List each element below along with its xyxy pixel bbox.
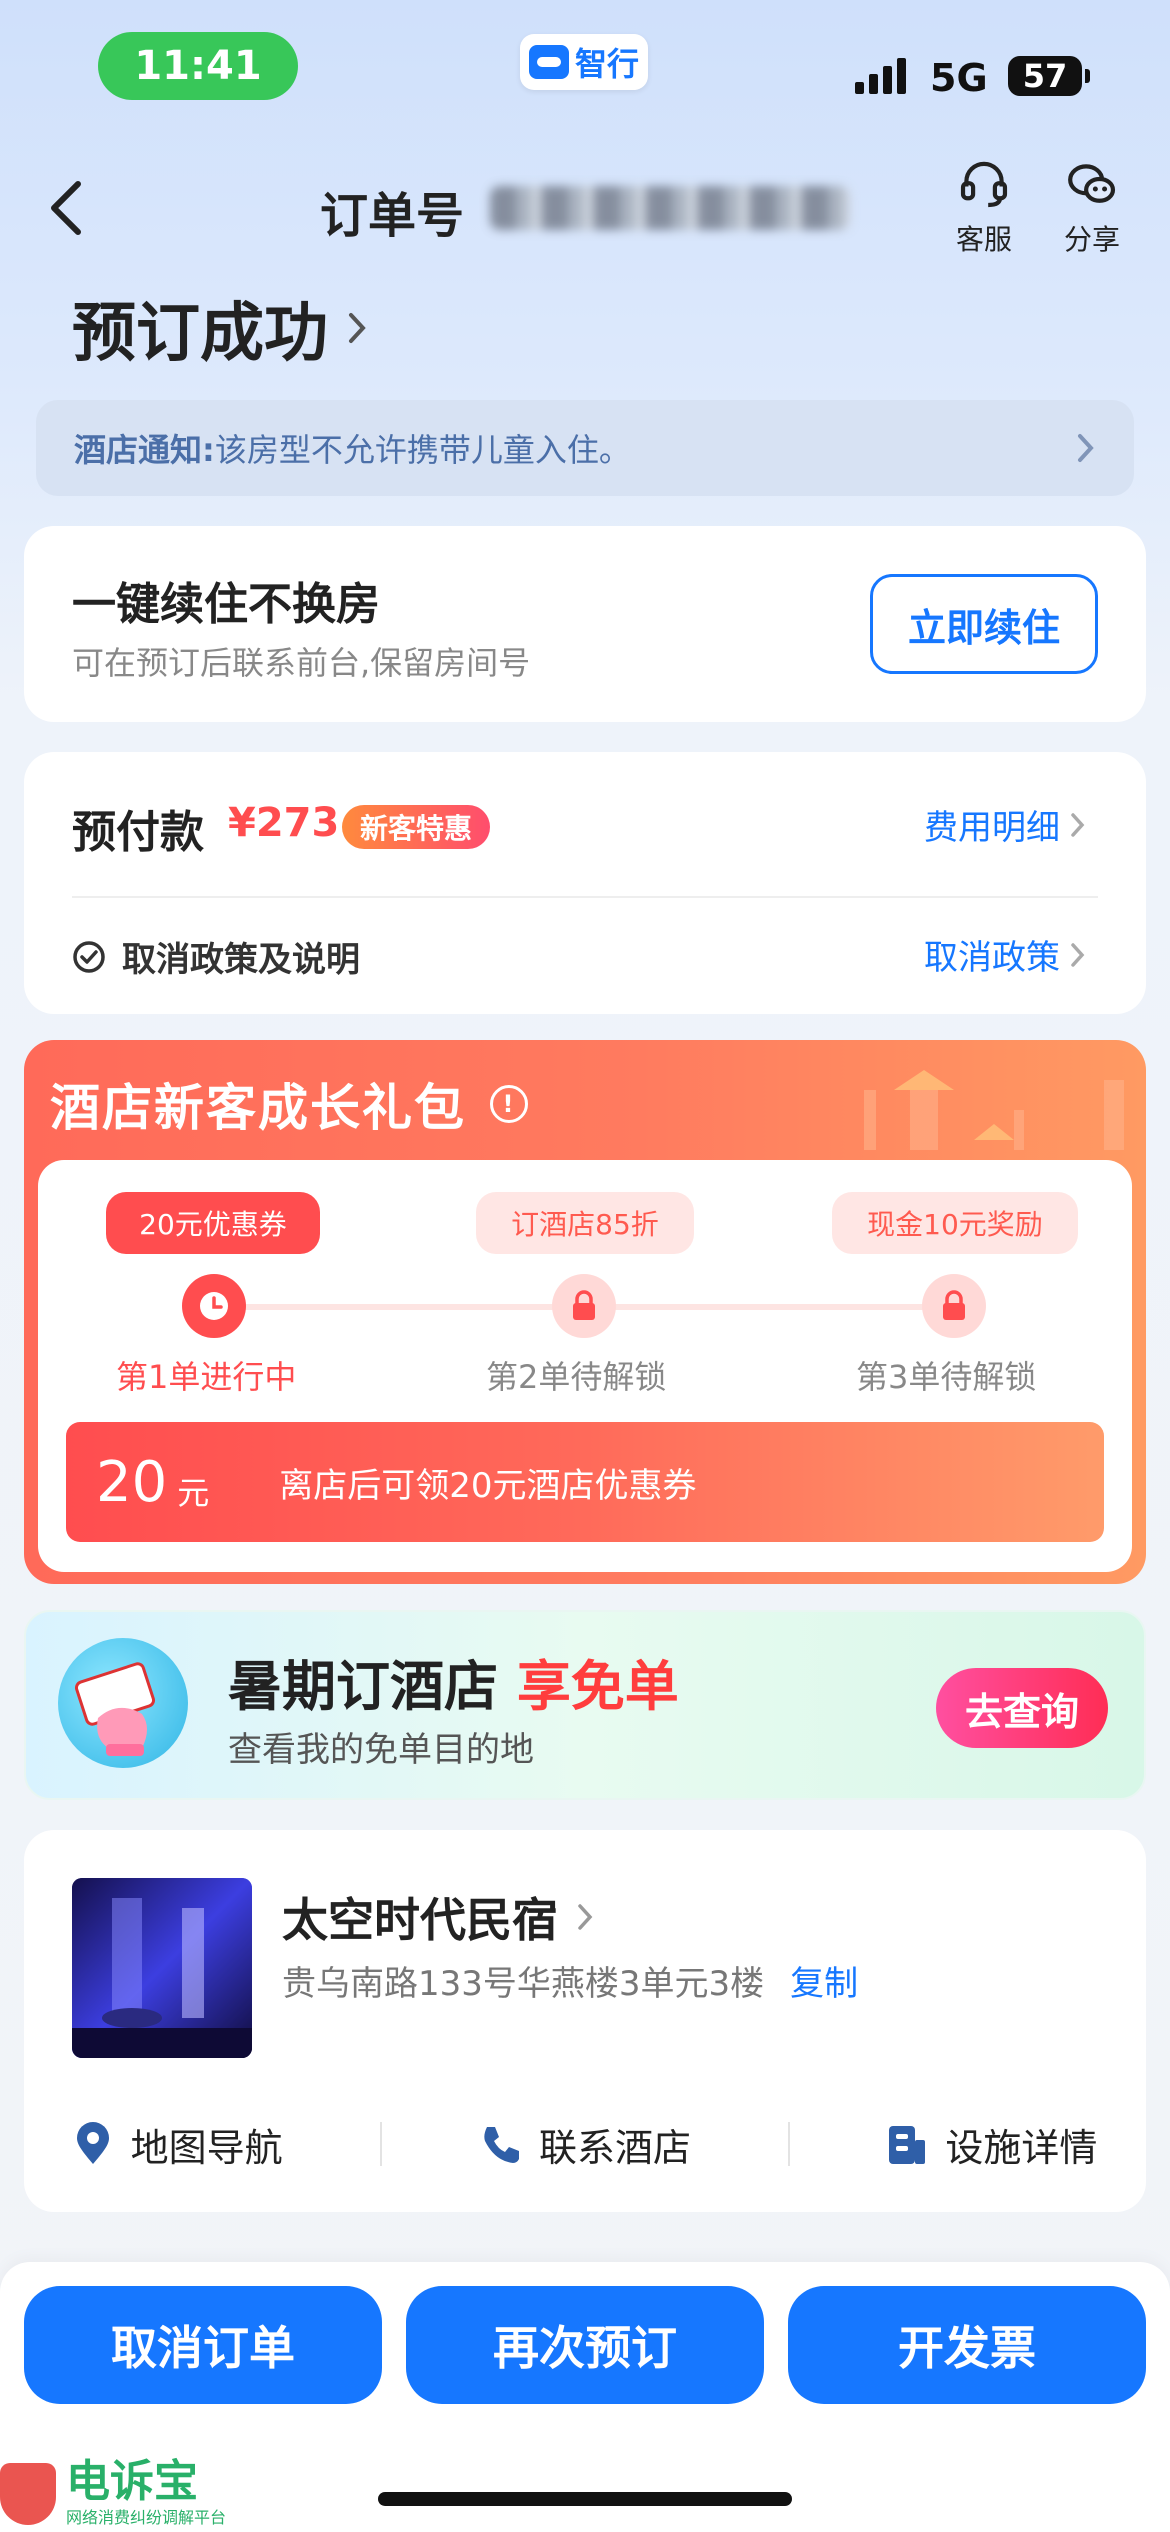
reward-unit: 元: [177, 1474, 210, 1512]
step-1-clock-icon: [182, 1274, 246, 1338]
hotel-name-link[interactable]: 太空时代民宿: [282, 1884, 594, 1950]
signal-icon: [855, 58, 906, 94]
watermark-tagline: 网络消费纠纷调解平台: [66, 2508, 227, 2527]
step-1-label: 第1单进行中: [116, 1358, 297, 1396]
booking-status-heading[interactable]: 预订成功: [72, 282, 368, 374]
share-button[interactable]: 分享: [1042, 158, 1142, 258]
prepay-price: ¥273: [228, 800, 340, 846]
invoice-button[interactable]: 开发票: [788, 2286, 1146, 2404]
new-customer-badge: 新客特惠: [342, 805, 491, 849]
reward-text: 离店后可领20元酒店优惠券: [279, 1465, 697, 1506]
decorative-buildings: [864, 1070, 1124, 1150]
facility-details-button[interactable]: 设施详情: [887, 2117, 1097, 2172]
customer-service-button[interactable]: 客服: [934, 158, 1034, 258]
divider: [379, 2122, 382, 2166]
chevron-right-icon: [349, 313, 366, 343]
network-type: 5G: [930, 56, 988, 100]
cancel-policy-row[interactable]: 取消政策及说明: [72, 932, 360, 981]
contact-hotel-label: 联系酒店: [538, 2125, 691, 2170]
step-2-label: 第2单待解锁: [486, 1358, 667, 1396]
chevron-right-icon: [1071, 942, 1085, 967]
building-icon: [889, 2126, 926, 2164]
chevron-right-icon: [1078, 434, 1094, 462]
promo-title-main: 暑期订酒店: [228, 1655, 498, 1718]
contact-hotel-button[interactable]: 联系酒店: [479, 2117, 691, 2172]
headset-icon: [960, 161, 1008, 208]
gift-package-title: 酒店新客成长礼包: [50, 1079, 466, 1137]
hotel-name: 太空时代民宿: [282, 1893, 558, 1947]
app-name: 智行: [574, 45, 639, 83]
divider: [788, 2122, 791, 2166]
cancel-policy-link[interactable]: 取消政策: [924, 930, 1086, 979]
divider: [72, 896, 1098, 898]
map-pin-icon: [76, 2122, 109, 2164]
renew-button[interactable]: 立即续住: [870, 574, 1098, 674]
gift-card-hand-icon: [58, 1638, 188, 1768]
info-icon[interactable]: !: [490, 1085, 528, 1123]
rebook-button[interactable]: 再次预订: [406, 2286, 764, 2404]
app-logo-icon: [528, 45, 569, 79]
step-2-lock-icon: [552, 1274, 616, 1338]
cancel-policy-label: 取消政策: [924, 938, 1060, 978]
battery-tip: [1085, 69, 1090, 83]
gift-package-title-row: 酒店新客成长礼包 !: [50, 1068, 528, 1140]
prepay-label: 预付款: [72, 807, 204, 858]
step-2-reward-chip: 订酒店85折: [476, 1192, 694, 1254]
check-circle-icon: [73, 940, 105, 973]
hotel-address: 贵乌南路133号华燕楼3单元3楼: [282, 1964, 765, 2004]
app-badge: 智行: [520, 34, 648, 90]
notice-key: 酒店通知:: [74, 431, 215, 469]
promo-query-button[interactable]: 去查询: [936, 1668, 1108, 1748]
step-3-label: 第3单待解锁: [856, 1358, 1037, 1396]
fee-detail-link[interactable]: 费用明细: [924, 800, 1086, 849]
fee-detail-label: 费用明细: [924, 808, 1060, 848]
chevron-right-icon: [1071, 812, 1085, 837]
battery-icon: 57: [1008, 56, 1082, 96]
share-label: 分享: [1063, 223, 1120, 256]
promo-title: 暑期订酒店 享免单: [228, 1642, 679, 1721]
map-navigation-label: 地图导航: [130, 2125, 283, 2170]
shield-logo-icon: [0, 2463, 56, 2525]
renew-title: 一键续住不换房: [72, 579, 380, 630]
wechat-icon: [1068, 164, 1116, 203]
watermark-name: 电诉宝: [66, 2456, 198, 2507]
facility-details-label: 设施详情: [945, 2125, 1098, 2170]
step-3-reward-chip: 现金10元奖励: [832, 1192, 1078, 1254]
promo-title-highlight: 享免单: [516, 1655, 679, 1718]
order-number-label: 订单号: [320, 188, 465, 244]
status-time: 11:41: [98, 32, 298, 100]
phone-icon: [484, 2127, 519, 2163]
hotel-actions: 地图导航 联系酒店 设施详情: [24, 2110, 1146, 2178]
promo-subtitle: 查看我的免单目的地: [228, 1730, 534, 1770]
reward-bar: 20 元 离店后可领20元酒店优惠券: [66, 1422, 1104, 1542]
copy-address-button[interactable]: 复制: [790, 1956, 858, 2005]
chevron-left-icon: [51, 181, 81, 235]
home-indicator[interactable]: [378, 2492, 792, 2506]
cancel-policy-text: 取消政策及说明: [122, 940, 360, 980]
watermark: 电诉宝 网络消费纠纷调解平台: [0, 2460, 226, 2528]
hotel-photo[interactable]: [72, 1878, 252, 2058]
step-3-lock-icon: [922, 1274, 986, 1338]
customer-service-label: 客服: [955, 223, 1012, 256]
renew-subtitle: 可在预订后联系前台,保留房间号: [72, 644, 531, 682]
order-number-redacted: [490, 186, 850, 230]
reward-amount: 20: [96, 1449, 168, 1515]
map-navigation-button[interactable]: 地图导航: [73, 2117, 283, 2172]
chevron-right-icon: [578, 1904, 593, 1930]
notice-text: 该房型不允许携带儿童入住。: [214, 431, 631, 469]
step-1-reward-chip: 20元优惠券: [106, 1192, 320, 1254]
back-button[interactable]: [44, 178, 92, 238]
hotel-notice-bar[interactable]: 酒店通知: 该房型不允许携带儿童入住。: [36, 400, 1134, 496]
hotel-address-row: 贵乌南路133号华燕楼3单元3楼 复制: [282, 1956, 858, 2005]
cancel-order-button[interactable]: 取消订单: [24, 2286, 382, 2404]
page-title: 预订成功: [72, 297, 328, 371]
